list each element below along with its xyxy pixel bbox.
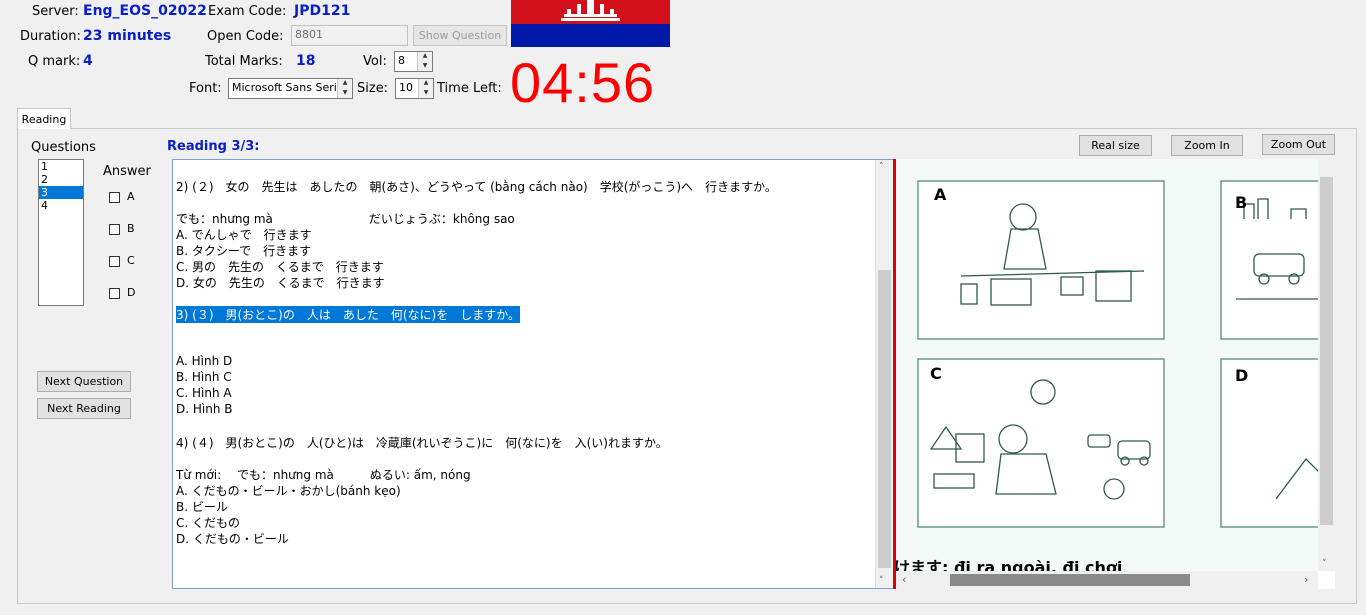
- question-picture: [896, 159, 1332, 571]
- zoom-out-button[interactable]: Zoom Out: [1262, 134, 1335, 155]
- reading-line-selected: 3) (３) 男(おとこ)の 人は あした 何(なに)を しますか。: [176, 306, 520, 323]
- reading-scrollbar[interactable]: ˄ ˅: [875, 160, 893, 588]
- reading-line: Từ mới: でも：nhưng mà ぬるい: ấm, nóng: [176, 468, 471, 482]
- time-left-label: Time Left:: [437, 81, 502, 96]
- question-item-4[interactable]: 4: [39, 199, 83, 212]
- server-label: Server:: [32, 4, 79, 19]
- reading-line: B. Hình C: [176, 370, 232, 384]
- exam-code-value: JPD121: [294, 3, 351, 19]
- answer-d-checkbox[interactable]: [109, 288, 120, 299]
- zoom-in-button[interactable]: Zoom In: [1171, 135, 1243, 156]
- image-hscroll-thumb[interactable]: [950, 574, 1190, 586]
- answer-b-checkbox[interactable]: [109, 224, 120, 235]
- panel-label-a: A: [934, 185, 947, 204]
- questions-label: Questions: [31, 140, 96, 155]
- answer-c-checkbox[interactable]: [109, 256, 120, 267]
- image-vscrollbar[interactable]: ˅: [1318, 159, 1335, 571]
- reading-line: B. タクシーで 行きます: [176, 244, 312, 258]
- exam-code-label: Exam Code:: [208, 4, 287, 19]
- font-label: Font:: [189, 81, 222, 96]
- reading-line: B. ビール: [176, 500, 228, 514]
- reading-text-box[interactable]: 2) (２) 女の 先生は あしたの 朝(あさ)、どうやって (bằng các…: [172, 159, 894, 589]
- answer-a-checkbox[interactable]: [109, 192, 120, 203]
- size-value: 10: [399, 81, 413, 94]
- size-stepper[interactable]: 10 ▲ ▼: [395, 78, 434, 99]
- reading-line: C. 男の 先生の くるまで 行きます: [176, 260, 384, 274]
- reading-line: D. Hình B: [176, 402, 233, 416]
- flag-image: [511, 0, 670, 47]
- size-label: Size:: [357, 81, 389, 96]
- volume-value: 8: [398, 54, 405, 67]
- image-scroll-right-icon[interactable]: ›: [1304, 573, 1308, 586]
- next-question-button[interactable]: Next Question: [37, 371, 131, 392]
- show-question-button[interactable]: Show Question: [413, 25, 507, 46]
- image-scroll-left-icon[interactable]: ‹: [902, 573, 906, 586]
- image-scroll-down-icon[interactable]: ˅: [1322, 559, 1327, 569]
- question-item-2[interactable]: 2: [39, 173, 83, 186]
- answer-c-label: C: [127, 254, 135, 267]
- tab-reading[interactable]: Reading: [17, 108, 71, 129]
- reading-scroll-thumb[interactable]: [878, 270, 891, 568]
- reading-line: C. くだもの: [176, 516, 241, 530]
- qmark-label: Q mark:: [28, 54, 81, 69]
- reading-line: D. 女の 先生の くるまで 行きます: [176, 276, 385, 290]
- size-spin-buttons[interactable]: ▲ ▼: [418, 79, 433, 98]
- reading-line: C. Hình A: [176, 386, 232, 400]
- countdown-timer: 04:56: [510, 51, 656, 114]
- reading-line: A. くだもの・ビール・おかし(bánh kẹo): [176, 484, 401, 498]
- panel-label-d: D: [1235, 366, 1249, 385]
- reading-line: 2) (２) 女の 先生は あしたの 朝(あさ)、どうやって (bằng các…: [176, 180, 777, 194]
- total-marks-value: 18: [296, 53, 316, 69]
- panel-label-b: B: [1235, 193, 1248, 212]
- total-marks-label: Total Marks:: [205, 54, 283, 69]
- font-select[interactable]: Microsoft Sans Serif ▲ ▼: [228, 78, 353, 99]
- answer-b-label: B: [127, 222, 135, 235]
- question-item-1[interactable]: 1: [39, 160, 83, 173]
- volume-stepper[interactable]: 8 ▲ ▼: [394, 51, 433, 72]
- reading-line: D. くだもの・ビール: [176, 532, 289, 546]
- font-spin-buttons[interactable]: ▲ ▼: [337, 79, 352, 98]
- reading-line: 4) (４) 男(おとこ)の 人(ひと)は 冷蔵庫(れいぞうこ)に 何(なに)を…: [176, 436, 668, 450]
- font-value: Microsoft Sans Serif: [232, 81, 341, 94]
- reading-line: A. Hình D: [176, 354, 233, 368]
- question-image-viewer[interactable]: A B C D かけます: đi ra ngoài, đi chơi ˅ ‹ ›: [896, 159, 1335, 589]
- duration-value: 23 minutes: [83, 28, 172, 44]
- volume-spin-buttons[interactable]: ▲ ▼: [417, 52, 432, 71]
- answer-a-label: A: [127, 190, 135, 203]
- answer-d-label: D: [127, 286, 136, 299]
- answer-label: Answer: [103, 164, 151, 179]
- next-reading-button[interactable]: Next Reading: [37, 398, 131, 419]
- reading-line: でも：nhưng mà だいじょうぶ：không sao: [176, 212, 515, 226]
- scroll-up-icon[interactable]: ˄: [879, 162, 884, 172]
- image-vscroll-thumb[interactable]: [1320, 177, 1333, 525]
- open-code-label: Open Code:: [207, 29, 284, 44]
- qmark-value: 4: [83, 53, 93, 69]
- panel-label-c: C: [930, 364, 942, 383]
- reading-title: Reading 3/3:: [167, 139, 260, 154]
- reading-line: A. でんしゃで 行きます: [176, 228, 312, 242]
- scroll-down-icon[interactable]: ˅: [879, 576, 884, 586]
- questions-list[interactable]: 1 2 3 4: [38, 159, 84, 306]
- duration-label: Duration:: [20, 29, 81, 44]
- image-hscrollbar[interactable]: ‹ ›: [896, 571, 1318, 589]
- real-size-button[interactable]: Real size: [1079, 135, 1152, 156]
- server-value: Eng_EOS_02022: [83, 3, 207, 19]
- question-item-3[interactable]: 3: [39, 186, 83, 199]
- vol-label: Vol:: [363, 54, 387, 69]
- open-code-field[interactable]: 8801: [291, 25, 408, 46]
